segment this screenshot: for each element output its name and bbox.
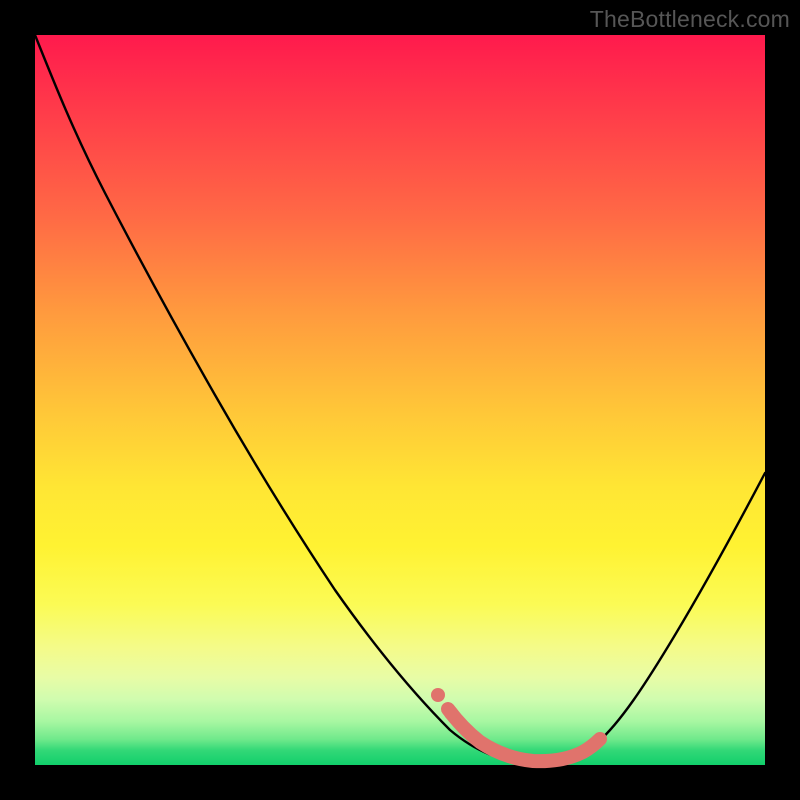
chart-overlay [35, 35, 765, 765]
bottleneck-curve [35, 35, 765, 763]
watermark-text: TheBottleneck.com [590, 6, 790, 33]
chart-frame: TheBottleneck.com [0, 0, 800, 800]
highlight-segment [448, 709, 600, 761]
highlight-dot-2 [444, 706, 458, 720]
highlight-dot-1 [431, 688, 445, 702]
